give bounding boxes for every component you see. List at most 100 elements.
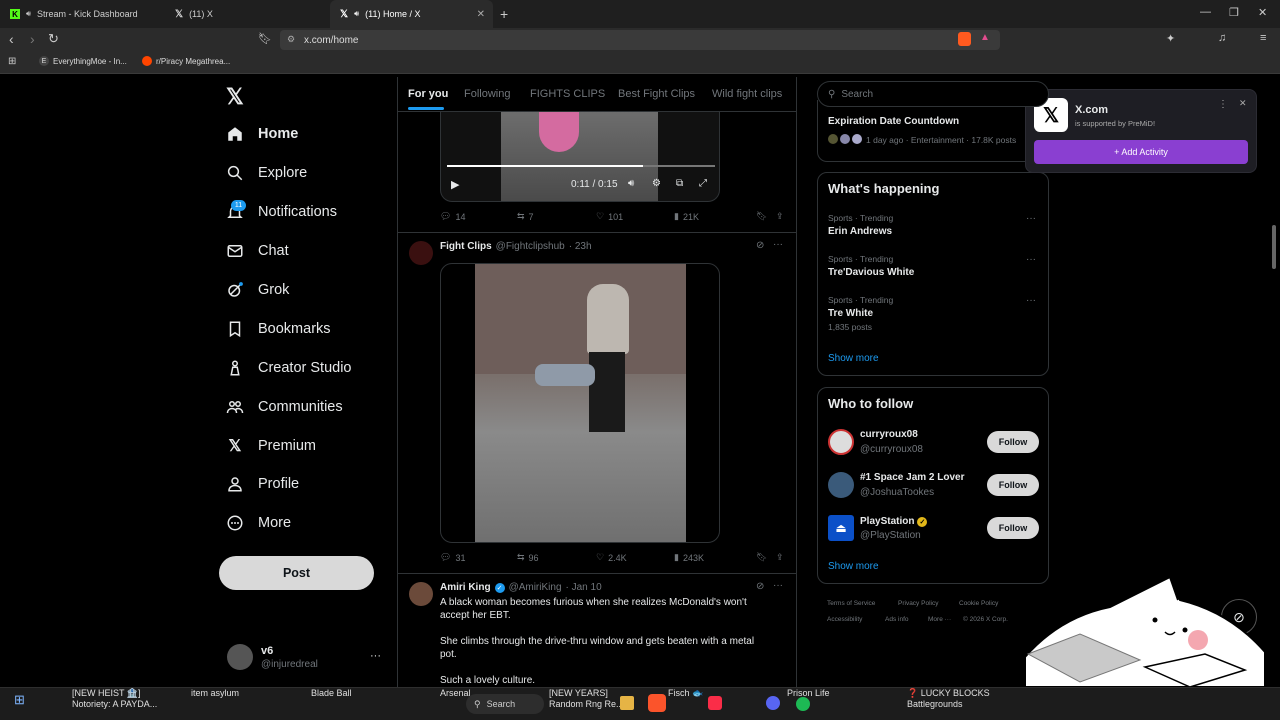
close-tab-icon[interactable]: ✕: [477, 9, 485, 20]
music-icon[interactable]: ♫: [1218, 32, 1226, 44]
minimize-icon[interactable]: —: [1200, 6, 1211, 18]
more-icon[interactable]: ···: [773, 239, 783, 250]
close-icon[interactable]: ✕: [1239, 98, 1247, 109]
reply-button[interactable]: 💬︎ 14: [440, 211, 517, 222]
taskbar-widget[interactable]: [NEW YEARS] Random Rng Re...: [549, 688, 624, 710]
bookmark-button[interactable]: 🔖︎: [756, 552, 776, 563]
repost-button[interactable]: ⇆ 96: [517, 552, 596, 563]
playstation-logo-icon[interactable]: ⏏: [828, 515, 854, 541]
follow-user-name[interactable]: curryroux08: [860, 429, 918, 440]
trend-card[interactable]: Expiration Date Countdown 1 day ago · En…: [817, 100, 1049, 162]
sidebar-item-more[interactable]: More: [226, 514, 291, 532]
brave-browser-icon[interactable]: [648, 694, 666, 712]
taskbar-search[interactable]: ⚲ Search: [466, 694, 544, 714]
sidebar-item-home[interactable]: Home: [226, 125, 298, 143]
tab-following[interactable]: Following: [464, 88, 510, 100]
taskbar-widget[interactable]: ❓ LUCKY BLOCKS Battlegrounds: [907, 688, 990, 710]
tab-wild-fight-clips[interactable]: Wild fight clips: [712, 88, 782, 100]
tab-kick[interactable]: K 🔊︎ Stream - Kick Dashboard: [0, 0, 165, 28]
taskbar-widget[interactable]: Prison Life: [787, 688, 830, 699]
footer-link[interactable]: Accessibility: [827, 616, 862, 623]
extensions-icon[interactable]: ✦: [1166, 32, 1175, 45]
avatar[interactable]: [409, 582, 433, 606]
forward-icon[interactable]: ›: [30, 31, 35, 47]
tab-x[interactable]: 𝕏 (11) X: [165, 0, 330, 28]
bookmark-button[interactable]: 🔖︎: [756, 211, 776, 222]
discord-icon[interactable]: [766, 696, 780, 710]
more-icon[interactable]: ···: [773, 580, 783, 591]
follow-button[interactable]: Follow: [987, 474, 1039, 496]
search-input[interactable]: ⚲ Search: [817, 81, 1049, 107]
more-icon[interactable]: ···: [1026, 295, 1036, 306]
start-icon[interactable]: ⊞: [14, 692, 25, 708]
avatar[interactable]: [828, 472, 854, 498]
views-button[interactable]: ▮ 21K: [674, 211, 756, 222]
bookmark-piracy[interactable]: r/Piracy Megathrea...: [142, 56, 230, 66]
post-button[interactable]: Post: [219, 556, 374, 590]
author-handle[interactable]: @Fightclipshub: [496, 241, 565, 252]
reload-icon[interactable]: ↻: [48, 31, 59, 47]
more-icon[interactable]: ···: [1026, 254, 1036, 265]
follow-button[interactable]: Follow: [987, 517, 1039, 539]
share-button[interactable]: ⇪: [776, 211, 784, 222]
sidebar-item-chat[interactable]: Chat: [226, 242, 289, 260]
video-progress-track[interactable]: [447, 165, 715, 167]
avatar[interactable]: [828, 429, 854, 455]
trend-item[interactable]: Sports · Trending Tre White 1,835 posts …: [818, 292, 1048, 338]
menu-icon[interactable]: ≡: [1260, 32, 1266, 44]
back-icon[interactable]: ‹: [9, 31, 14, 47]
taskbar-widget[interactable]: Arsenal: [440, 688, 471, 699]
x-logo-icon[interactable]: 𝕏: [226, 84, 244, 110]
bookmark-page-icon[interactable]: 🔖︎: [258, 32, 272, 45]
close-window-icon[interactable]: ✕: [1258, 6, 1267, 19]
avatar[interactable]: [409, 241, 433, 265]
grok-post-icon[interactable]: ⊘: [756, 240, 764, 251]
avatar[interactable]: [227, 644, 253, 670]
fullscreen-icon[interactable]: ⤢: [699, 178, 707, 189]
spotify-icon[interactable]: [796, 697, 810, 711]
tab-for-you[interactable]: For you: [408, 88, 448, 100]
follow-user-name[interactable]: PlayStation: [860, 516, 914, 527]
author-name[interactable]: Amiri King: [440, 582, 491, 593]
tab-best-fight-clips[interactable]: Best Fight Clips: [618, 88, 695, 100]
music-app-icon[interactable]: [708, 696, 722, 710]
sidebar-item-profile[interactable]: Profile: [226, 475, 299, 493]
scrollbar-thumb[interactable]: [1272, 225, 1276, 269]
follow-user-name[interactable]: #1 Space Jam 2 Lover: [860, 472, 965, 483]
new-tab-icon[interactable]: +: [500, 6, 508, 22]
bookmark-everythingmoe[interactable]: E EverythingMoe - In...: [39, 56, 127, 66]
author-handle[interactable]: @AmiriKing: [509, 582, 562, 593]
sidebar-item-communities[interactable]: Communities: [226, 398, 343, 416]
sidebar-item-grok[interactable]: Grok: [226, 281, 289, 299]
taskbar-widget[interactable]: [NEW HEIST 🏦] Notoriety: A PAYDA...: [72, 688, 157, 710]
video-player[interactable]: ▶ 0:11 / 0:15 🔊︎ ⚙︎ ⧉ ⤢: [440, 112, 720, 202]
sidebar-item-premium[interactable]: 𝕏 Premium: [226, 436, 316, 456]
footer-link[interactable]: More ···: [928, 616, 951, 623]
maximize-icon[interactable]: ❐: [1229, 6, 1239, 19]
reply-button[interactable]: 💬︎ 31: [440, 552, 517, 563]
kebab-menu-icon[interactable]: ⋮: [1218, 99, 1228, 110]
brave-rewards-icon[interactable]: ▲: [980, 32, 990, 43]
tab-fights-clips[interactable]: FIGHTS CLIPS: [530, 88, 605, 100]
taskbar-widget[interactable]: Fisch 🐟: [668, 688, 703, 699]
file-explorer-icon[interactable]: [620, 696, 634, 710]
grok-post-icon[interactable]: ⊘: [756, 581, 764, 592]
sidebar-item-bookmarks[interactable]: Bookmarks: [226, 320, 331, 338]
views-button[interactable]: ▮ 243K: [674, 552, 756, 563]
volume-icon[interactable]: 🔊︎: [628, 178, 634, 189]
sidebar-item-creator-studio[interactable]: Creator Studio: [226, 359, 352, 377]
show-more-link[interactable]: Show more: [828, 353, 879, 364]
add-activity-button[interactable]: + Add Activity: [1034, 140, 1248, 164]
author-name[interactable]: Fight Clips: [440, 241, 492, 252]
footer-link[interactable]: Ads info: [885, 616, 909, 623]
trend-item[interactable]: Sports · Trending Erin Andrews ···: [818, 209, 1048, 249]
trend-item[interactable]: Sports · Trending Tre'Davious White ···: [818, 251, 1048, 291]
tab-x-home[interactable]: 𝕏 🔊︎ (11) Home / X ✕: [330, 0, 493, 28]
taskbar-widget[interactable]: Blade Ball: [311, 688, 352, 699]
footer-link[interactable]: Terms of Service: [827, 600, 875, 607]
apps-grid-icon[interactable]: ⊞: [8, 56, 16, 67]
address-bar[interactable]: x.com/home: [280, 30, 1000, 50]
follow-button[interactable]: Follow: [987, 431, 1039, 453]
show-more-link[interactable]: Show more: [828, 561, 879, 572]
site-info-icon[interactable]: ⚙︎: [287, 34, 295, 45]
